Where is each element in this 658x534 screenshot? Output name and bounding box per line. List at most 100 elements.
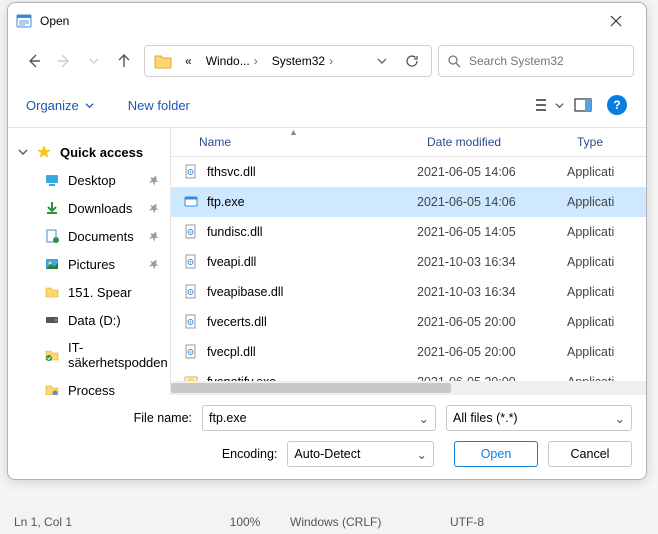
file-date: 2021-06-05 14:06 [417,195,567,209]
file-type: Applicati [567,315,646,329]
sidebar-item-pictures[interactable]: Pictures [8,250,170,278]
file-name: fundisc.dll [207,225,263,239]
file-rows: fthsvc.dll2021-06-05 14:06Applicatiftp.e… [171,157,646,381]
sidebar-group-quick-access[interactable]: Quick access [8,138,170,166]
cancel-button[interactable]: Cancel [548,441,632,467]
filter-value: All files (*.*) [453,411,518,425]
address-bar[interactable]: « Windo...› System32› [144,45,432,77]
file-row[interactable]: fvecerts.dll2021-06-05 20:00Applicati [171,307,646,337]
sidebar-item-label: IT-säkerhetspodden [68,340,168,370]
open-button[interactable]: Open [454,441,538,467]
breadcrumb-seg2[interactable]: System32› [266,50,339,72]
sidebar-item-label: Process [68,383,115,396]
file-type: Applicati [567,255,646,269]
sidebar-item-it-s-kerhetspodden[interactable]: IT-säkerhetspodden [8,334,170,376]
documents-icon [44,228,60,244]
chevron-down-icon: ⌄ [419,411,429,426]
file-name: fveapibase.dll [207,285,283,299]
chevron-down-icon [89,56,99,66]
organize-menu[interactable]: Organize [22,94,98,117]
breadcrumb-ellipsis[interactable]: « [179,50,198,72]
file-row[interactable]: fthsvc.dll2021-06-05 14:06Applicati [171,157,646,187]
close-button[interactable] [594,6,638,36]
open-dialog: Open « Windo...› System32› Organize [7,2,647,480]
sidebar-item-label: Documents [68,229,134,244]
breadcrumb-seg1[interactable]: Windo...› [200,50,264,72]
status-bar: Ln 1, Col 1 100% Windows (CRLF) UTF-8 [0,510,658,534]
address-dropdown[interactable] [367,46,397,76]
dialog-body: Quick access Desktop Downloads Documents Pi… [8,127,646,395]
list-icon [535,97,553,113]
sidebar: Quick access Desktop Downloads Documents Pi… [8,128,170,395]
sidebar-item-label: 151. Spear [68,285,132,300]
view-menu[interactable] [534,91,564,119]
folder-icon [153,51,173,71]
filename-input[interactable]: ftp.exe ⌄ [202,405,436,431]
search-input[interactable] [469,54,625,68]
file-date: 2021-06-05 14:05 [417,225,567,239]
arrow-right-icon [56,53,72,69]
recent-button[interactable] [80,47,108,75]
file-row[interactable]: fvecpl.dll2021-06-05 20:00Applicati [171,337,646,367]
dll-icon [183,314,199,330]
encoding-select[interactable]: Auto-Detect ⌄ [287,441,434,467]
file-date: 2021-10-03 16:34 [417,255,567,269]
exe-shield-icon [183,374,199,381]
star-icon [36,144,52,160]
desktop-icon [44,172,60,188]
chevron-down-icon [85,101,94,110]
file-row[interactable]: fundisc.dll2021-06-05 14:05Applicati [171,217,646,247]
dll-icon [183,254,199,270]
chevron-right-icon: › [254,54,258,68]
new-folder-button[interactable]: New folder [124,94,194,117]
sidebar-item-documents[interactable]: Documents [8,222,170,250]
back-button[interactable] [20,47,48,75]
file-name: fthsvc.dll [207,165,256,179]
downloads-icon [44,200,60,216]
pin-icon [148,174,160,186]
sidebar-item-label: Desktop [68,173,116,188]
file-row[interactable]: fveapibase.dll2021-10-03 16:34Applicati [171,277,646,307]
preview-pane-button[interactable] [568,91,598,119]
status-eol: Windows (CRLF) [290,515,450,529]
folder-badge-icon [44,347,60,363]
chevron-down-icon [555,101,564,110]
chevron-right-icon: › [329,54,333,68]
sidebar-item-data-d-[interactable]: Data (D:) [8,306,170,334]
help-button[interactable]: ? [602,91,632,119]
notepad-icon [16,13,32,29]
dll-icon [183,224,199,240]
drive-icon [44,312,60,328]
file-name: fveapi.dll [207,255,256,269]
column-type[interactable]: Type [567,128,646,156]
dll-icon [183,344,199,360]
up-button[interactable] [110,47,138,75]
scrollbar-thumb[interactable] [171,383,451,393]
encoding-label: Encoding: [22,447,277,461]
file-type: Applicati [567,285,646,299]
close-icon [610,15,622,27]
refresh-button[interactable] [397,46,427,76]
sidebar-item-151-spear[interactable]: 151. Spear [8,278,170,306]
sidebar-item-process[interactable]: Process [8,376,170,395]
file-row[interactable]: fvenotify.exe2021-06-05 20:00Applicati [171,367,646,381]
sidebar-group-label: Quick access [60,145,143,160]
preview-icon [574,98,592,112]
column-date[interactable]: Date modified [417,128,567,156]
file-row[interactable]: ftp.exe2021-06-05 14:06Applicati [171,187,646,217]
chevron-down-icon [377,56,387,66]
window-title: Open [40,14,594,28]
horizontal-scrollbar[interactable] [171,381,646,395]
sidebar-item-desktop[interactable]: Desktop [8,166,170,194]
navigation-row: « Windo...› System32› [8,39,646,87]
forward-button[interactable] [50,47,78,75]
column-name[interactable]: ▲Name [171,128,417,156]
folder-icon [44,284,60,300]
search-box[interactable] [438,45,634,77]
filename-value: ftp.exe [209,411,247,425]
filter-select[interactable]: All files (*.*) ⌄ [446,405,632,431]
arrow-left-icon [26,53,42,69]
file-row[interactable]: fveapi.dll 2021-10-03 16:34Applicati [171,247,646,277]
sidebar-item-downloads[interactable]: Downloads [8,194,170,222]
pin-icon [148,230,160,242]
